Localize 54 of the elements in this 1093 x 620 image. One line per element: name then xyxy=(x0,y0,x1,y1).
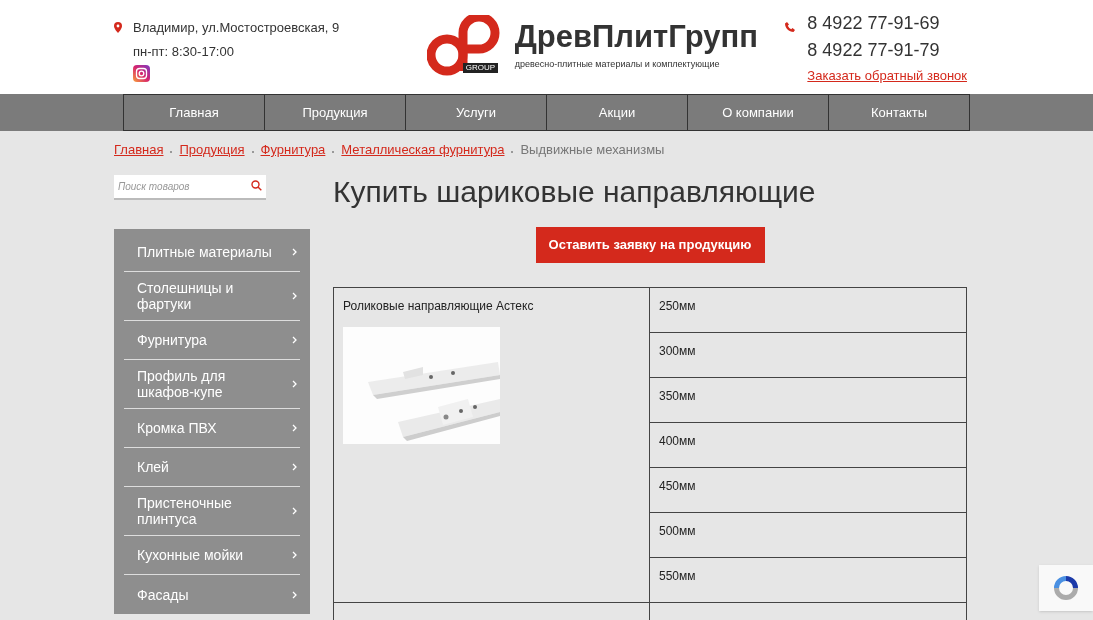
table-cell: 550мм xyxy=(649,557,967,603)
hours-text: пн-пт: 8:30-17:00 xyxy=(133,42,235,61)
order-button[interactable]: Оставить заявку на продукцию xyxy=(535,227,765,263)
chevron-right-icon xyxy=(292,507,297,515)
page-title: Купить шариковые направляющие xyxy=(333,174,816,210)
nav-item[interactable]: Продукция xyxy=(265,94,406,131)
sidebar-item[interactable]: Фасады xyxy=(124,575,300,614)
breadcrumb-link[interactable]: Главная xyxy=(114,140,164,160)
brand-name: ДревПлитГрупп xyxy=(514,20,758,52)
chevron-right-icon xyxy=(292,292,297,300)
table-cell: 250мм xyxy=(649,287,967,333)
sidebar-item[interactable]: Столешницы и фартуки xyxy=(124,272,300,321)
search-field[interactable]: Поиск товаров xyxy=(114,175,266,200)
sidebar-item[interactable]: Плитные материалы xyxy=(124,233,300,272)
chevron-right-icon xyxy=(292,380,297,388)
breadcrumb-link[interactable]: Продукция xyxy=(179,140,245,160)
address-text: Владимир, ул.Мостостроевская, 9 xyxy=(133,19,340,37)
breadcrumb-current: Выдвижные механизмы xyxy=(520,141,665,160)
sidebar-item[interactable]: Кухонные мойки xyxy=(124,536,300,575)
sidebar-item[interactable]: Профиль для шкафов-купе xyxy=(124,360,300,409)
logo[interactable]: GROUP xyxy=(426,15,501,77)
chevron-right-icon xyxy=(292,551,297,559)
sidebar-item[interactable]: Пристеночные плинтуса xyxy=(124,487,300,536)
phone-number[interactable]: 8 4922 77-91-79 xyxy=(807,37,967,64)
chevron-right-icon xyxy=(292,248,297,256)
chevron-right-icon xyxy=(292,336,297,344)
chevron-right-icon xyxy=(292,590,297,599)
sidebar-item[interactable]: Кромка ПВХ xyxy=(124,409,300,448)
callback-link[interactable]: Заказать обратный звонок xyxy=(807,66,967,86)
sidebar-item[interactable]: Клей xyxy=(124,448,300,487)
nav-item[interactable]: Акции xyxy=(547,94,688,131)
search-icon[interactable] xyxy=(251,180,262,191)
nav-item[interactable]: Услуги xyxy=(406,94,547,131)
location-pin-icon xyxy=(114,22,122,33)
table-cell: 500мм xyxy=(649,512,967,558)
instagram-icon[interactable] xyxy=(133,65,150,82)
sidebar-item[interactable]: Фурнитура xyxy=(124,321,300,360)
recaptcha-badge[interactable] xyxy=(1039,565,1093,611)
nav-item[interactable]: Контакты xyxy=(829,94,970,131)
nav-item[interactable]: О компании xyxy=(688,94,829,131)
table-cell: 450мм xyxy=(649,467,967,513)
tagline: древесно-плитные материалы и комплектующие xyxy=(514,57,721,71)
chevron-right-icon xyxy=(292,463,297,471)
phone-number[interactable]: 8 4922 77-91-69 xyxy=(807,10,967,37)
product-name: Роликовые направляющие Астекс xyxy=(343,298,535,315)
table-cell: 350мм xyxy=(649,377,967,423)
recaptcha-icon xyxy=(1052,574,1080,602)
breadcrumb-link[interactable]: Металлическая фурнитура xyxy=(341,140,505,160)
nav-item[interactable]: Главная xyxy=(124,94,265,131)
chevron-right-icon xyxy=(292,424,297,432)
table-cell: 300мм xyxy=(649,332,967,378)
table-cell: 400мм xyxy=(649,422,967,468)
phone-icon xyxy=(785,22,796,32)
breadcrumb-link[interactable]: Фурнитура xyxy=(260,140,326,160)
